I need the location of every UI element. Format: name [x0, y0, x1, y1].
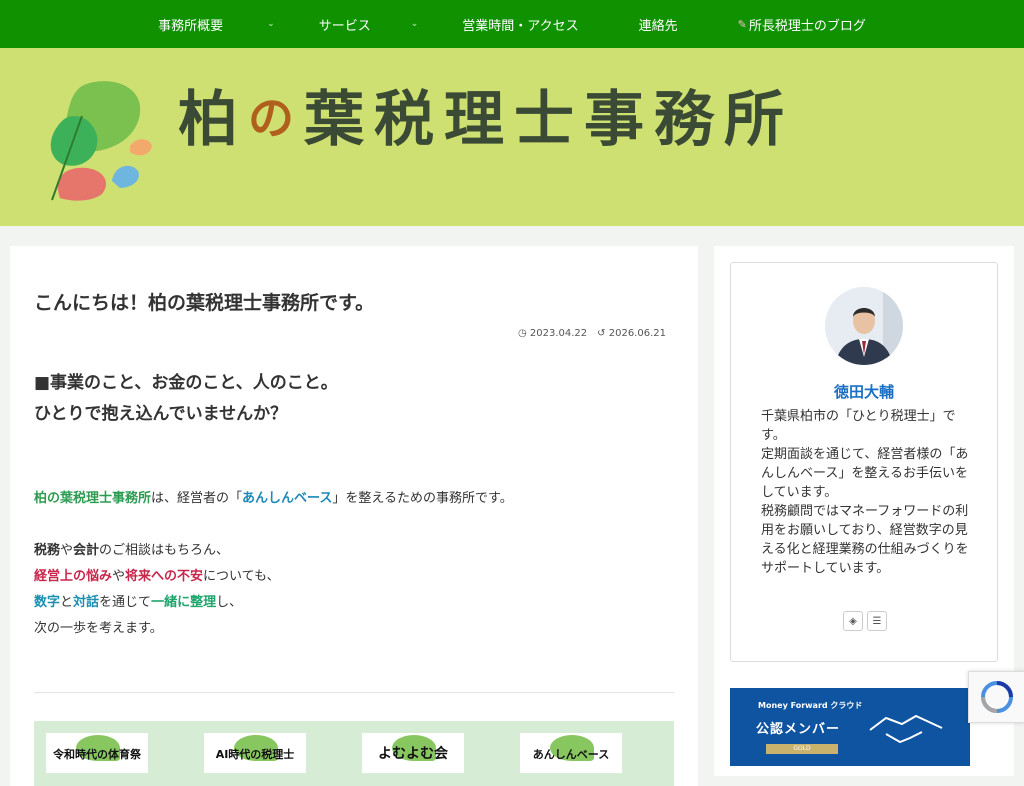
- banner-card[interactable]: よむよむ会: [362, 733, 464, 773]
- updated-date: ↺ 2026.06.21: [597, 328, 666, 339]
- chevron-down-icon: ⌄: [267, 19, 275, 29]
- pencil-icon: ✎: [737, 17, 747, 31]
- highlight-office-name: 柏の葉税理士事務所: [34, 491, 152, 506]
- banner-strip: 令和時代の体育祭 AI時代の税理士 よむよむ会 あんしんベース: [34, 721, 674, 786]
- moneyforward-banner[interactable]: Money Forward クラウド 公認メンバー GOLD: [730, 688, 970, 766]
- avatar: [825, 287, 903, 365]
- logo-title[interactable]: 柏の葉税理士事務所: [178, 90, 794, 150]
- divider: [34, 692, 674, 693]
- banner-card[interactable]: AI時代の税理士: [204, 733, 306, 773]
- paragraph-3: 経営上の悩みや将来への不安についても、: [34, 569, 280, 584]
- site-header: 柏の葉税理士事務所: [0, 48, 1024, 226]
- main-article: こんにちは！柏の葉税理士事務所です。 ◷ 2023.04.22 ↺ 2026.0…: [10, 246, 698, 786]
- nav-item-blog[interactable]: ✎ 所長税理士のブログ: [716, 0, 888, 48]
- moneyforward-title: 公認メンバー: [756, 722, 841, 737]
- logo-leaves-image[interactable]: [42, 76, 157, 201]
- clock-icon: ◷: [517, 328, 527, 339]
- post-title: こんにちは！柏の葉税理士事務所です。: [34, 292, 375, 314]
- nav-label: 事務所概要: [158, 18, 224, 34]
- nav-label: サービス: [318, 18, 371, 34]
- nav-item-office[interactable]: 事務所概要 ⌄: [136, 0, 297, 48]
- profile-widget: 徳田大輔 千葉県柏市の「ひとり税理士」です。 定期面談を通じて、経営者様の「あん…: [730, 262, 998, 662]
- history-icon: ↺: [597, 328, 606, 339]
- nav-item-contact[interactable]: 連絡先: [601, 0, 716, 48]
- handshake-icon: [869, 714, 943, 744]
- post-dates: ◷ 2023.04.22 ↺ 2026.06.21: [518, 328, 666, 339]
- post-body: 柏の葉税理士事務所は、経営者の「あんしんベース」を整えるための事務所です。 税務…: [34, 486, 513, 642]
- profile-name-link[interactable]: 徳田大輔: [731, 381, 997, 402]
- profile-description: 千葉県柏市の「ひとり税理士」です。 定期面談を通じて、経営者様の「あんしんベース…: [761, 409, 969, 576]
- paragraph-5: 次の一歩を考えます。: [34, 621, 163, 636]
- paragraph-1: 柏の葉税理士事務所は、経営者の「あんしんベース」を整えるための事務所です。: [34, 491, 513, 506]
- recaptcha-icon: [981, 681, 1013, 713]
- lead-line-2: ひとりで抱え込んでいませんか？: [34, 404, 288, 424]
- moneyforward-brand: Money Forward クラウド: [758, 701, 863, 710]
- nav-label: 所長税理士のブログ: [748, 18, 866, 34]
- person-photo-icon: [825, 287, 903, 365]
- social-links: ◈ ☰: [843, 611, 887, 631]
- feedly-icon[interactable]: ◈: [843, 611, 863, 631]
- logo-no: の: [248, 91, 304, 145]
- nav-item-services[interactable]: サービス ⌄: [297, 0, 441, 48]
- lead-heading: ■事業のこと、お金のこと、人のこと。 ひとりで抱え込んでいませんか？: [34, 368, 338, 430]
- banner-card[interactable]: 令和時代の体育祭: [46, 733, 148, 773]
- nav-label: 営業時間・アクセス: [462, 18, 579, 34]
- paragraph-2: 税務や会計のご相談はもちろん、: [34, 543, 230, 558]
- logo-rest: 葉税理士事務所: [304, 85, 794, 155]
- nav-item-hours-access[interactable]: 営業時間・アクセス: [440, 0, 600, 48]
- nav-label: 連絡先: [638, 18, 678, 34]
- highlight-anshin-base: あんしんベース: [242, 491, 333, 506]
- lead-line-1: ■事業のこと、お金のこと、人のこと。: [34, 373, 338, 393]
- banner-card[interactable]: あんしんベース: [520, 733, 622, 773]
- top-navigation: 事務所概要 ⌄ サービス ⌄ 営業時間・アクセス 連絡先 ✎ 所長税理士のブログ: [0, 0, 1024, 48]
- paragraph-4: 数字と対話を通じて一緒に整理し、: [34, 595, 243, 610]
- chevron-down-icon: ⌄: [410, 19, 419, 29]
- moneyforward-tier: GOLD: [766, 744, 838, 754]
- rss-icon[interactable]: ☰: [867, 611, 887, 631]
- published-date: ◷ 2023.04.22: [517, 328, 588, 339]
- recaptcha-badge[interactable]: [968, 671, 1024, 723]
- logo-char: 柏: [178, 85, 248, 155]
